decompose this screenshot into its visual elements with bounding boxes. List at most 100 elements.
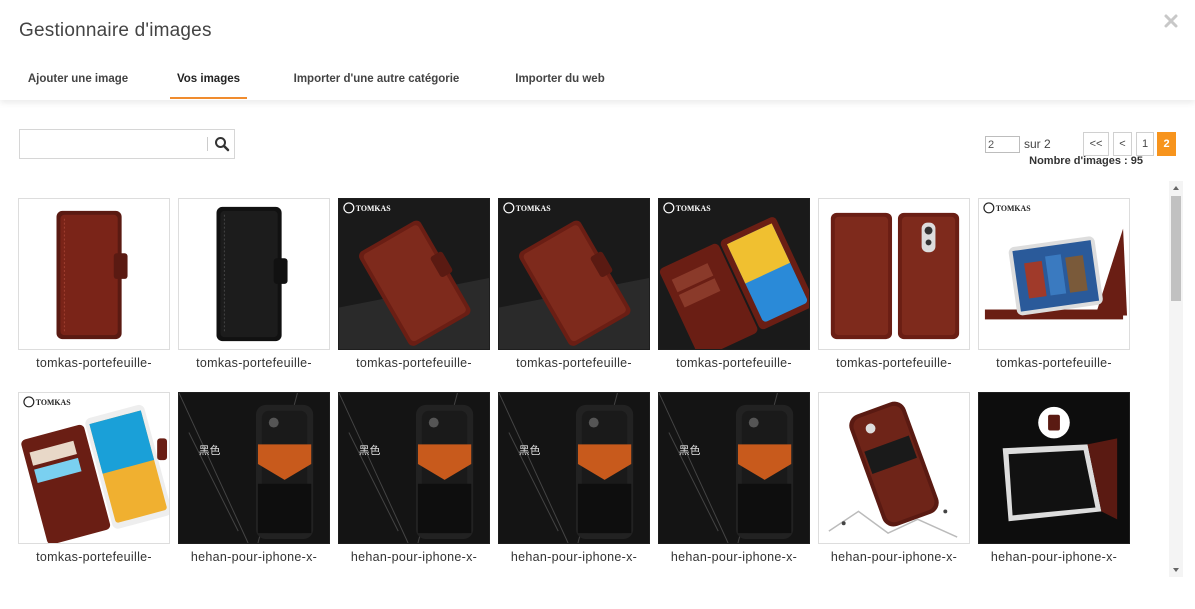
image-caption[interactable]: hehan-pour-iphone-x- [658, 550, 810, 564]
page-button-2[interactable]: 2 [1157, 132, 1176, 156]
image-item[interactable]: hehan-pour-iphone-x- [978, 392, 1130, 564]
product-photo: 黑色 [179, 393, 329, 543]
svg-text:TOMKAS: TOMKAS [36, 398, 71, 407]
search-button[interactable] [210, 130, 234, 158]
image-caption-text: hehan-pour-iphone-x- [350, 550, 478, 564]
image-caption[interactable]: hehan-pour-iphone-x- [978, 550, 1130, 564]
image-item[interactable]: tomkas-portefeuille- [18, 198, 170, 370]
svg-text:黑色: 黑色 [359, 443, 381, 457]
image-caption-text: tomkas-portefeuille- [196, 356, 312, 370]
tab-add-image[interactable]: Ajouter une image [24, 64, 132, 99]
image-thumbnail[interactable] [978, 392, 1130, 544]
image-caption[interactable]: tomkas-portefeuille- [18, 356, 170, 370]
image-caption[interactable]: hehan-pour-iphone-x- [338, 550, 490, 564]
image-item[interactable]: 黑色 hehan-pour-iphone-x- [498, 392, 650, 564]
page-total-label: sur 2 [1024, 137, 1051, 151]
image-caption[interactable]: tomkas-portefeuille- [18, 550, 170, 564]
image-caption[interactable]: tomkas-portefeuille- [338, 356, 490, 370]
product-photo: TOMKAS [659, 199, 809, 349]
image-thumbnail[interactable] [18, 198, 170, 350]
scrollbar-thumb[interactable] [1171, 196, 1181, 301]
svg-text:TOMKAS: TOMKAS [996, 204, 1031, 213]
product-photo [56, 210, 128, 340]
svg-text:TOMKAS: TOMKAS [676, 204, 711, 213]
svg-text:黑色: 黑色 [199, 443, 221, 457]
image-gallery: tomkas-portefeuille-tomkas-portefeuille-… [18, 198, 1158, 578]
image-thumbnail[interactable]: 黑色 [338, 392, 490, 544]
product-photo: TOMKAS [21, 396, 169, 543]
image-item[interactable]: TOMKAS tomkas-portefeuille- [978, 198, 1130, 370]
search-divider [207, 137, 208, 151]
image-thumbnail[interactable]: 黑色 [498, 392, 650, 544]
modal-header: Gestionnaire d'images Ajouter une image … [0, 0, 1195, 100]
image-caption[interactable]: tomkas-portefeuille- [978, 356, 1130, 370]
image-thumbnail[interactable] [818, 198, 970, 350]
svg-text:TOMKAS: TOMKAS [516, 204, 551, 213]
image-caption-text: tomkas-portefeuille- [836, 356, 952, 370]
modal-title: Gestionnaire d'images [19, 20, 212, 41]
page-button-1[interactable]: 1 [1136, 132, 1154, 156]
image-thumbnail[interactable] [178, 198, 330, 350]
image-caption[interactable]: hehan-pour-iphone-x- [178, 550, 330, 564]
image-item[interactable]: TOMKAS tomkas-portefeuille- [498, 198, 650, 370]
product-photo [828, 401, 958, 538]
image-caption-text: tomkas-portefeuille- [996, 356, 1112, 370]
image-item[interactable]: 黑色 hehan-pour-iphone-x- [658, 392, 810, 564]
close-button[interactable] [1163, 8, 1185, 34]
image-item[interactable]: TOMKAS tomkas-portefeuille- [18, 392, 170, 564]
image-thumbnail[interactable]: TOMKAS [18, 392, 170, 544]
gallery-scrollbar[interactable] [1169, 181, 1183, 577]
image-thumbnail[interactable]: TOMKAS [338, 198, 490, 350]
image-caption[interactable]: tomkas-portefeuille- [658, 356, 810, 370]
image-caption-text: hehan-pour-iphone-x- [670, 550, 798, 564]
scroll-down-arrow[interactable] [1169, 563, 1183, 577]
search-input[interactable] [20, 130, 207, 158]
search-icon [215, 137, 230, 152]
first-page-button[interactable]: << [1083, 132, 1109, 156]
image-item[interactable]: 黑色 hehan-pour-iphone-x- [178, 392, 330, 564]
product-photo: 黑色 [499, 393, 649, 543]
image-thumbnail[interactable]: 黑色 [178, 392, 330, 544]
image-item[interactable]: hehan-pour-iphone-x- [818, 392, 970, 564]
image-caption-text: tomkas-portefeuille- [36, 356, 152, 370]
image-item[interactable]: TOMKAS tomkas-portefeuille- [658, 198, 810, 370]
image-thumbnail[interactable]: TOMKAS [658, 198, 810, 350]
image-caption-text: hehan-pour-iphone-x- [510, 550, 638, 564]
tab-import-category[interactable]: Importer d'une autre catégorie [285, 64, 468, 99]
image-thumbnail[interactable]: TOMKAS [978, 198, 1130, 350]
image-caption-text: hehan-pour-iphone-x- [190, 550, 318, 564]
product-photo: TOMKAS [499, 199, 649, 349]
image-caption-text: tomkas-portefeuille- [676, 356, 792, 370]
image-item[interactable]: tomkas-portefeuille- [178, 198, 330, 370]
image-caption[interactable]: hehan-pour-iphone-x- [498, 550, 650, 564]
product-photo [830, 212, 960, 340]
prev-page-button[interactable]: < [1113, 132, 1132, 156]
image-thumbnail[interactable] [818, 392, 970, 544]
product-photo: 黑色 [339, 393, 489, 543]
tab-your-images[interactable]: Vos images [170, 64, 247, 99]
image-caption-text: hehan-pour-iphone-x- [990, 550, 1118, 564]
image-caption-text: tomkas-portefeuille- [356, 356, 472, 370]
close-icon [1164, 14, 1178, 28]
image-caption[interactable]: tomkas-portefeuille- [178, 356, 330, 370]
image-thumbnail[interactable]: 黑色 [658, 392, 810, 544]
scroll-up-arrow[interactable] [1169, 181, 1183, 195]
image-caption-text: tomkas-portefeuille- [516, 356, 632, 370]
svg-text:黑色: 黑色 [519, 443, 541, 457]
image-caption-text: tomkas-portefeuille- [36, 550, 152, 564]
svg-text:黑色: 黑色 [679, 443, 701, 457]
search-box [19, 129, 235, 159]
image-caption[interactable]: hehan-pour-iphone-x- [818, 550, 970, 564]
page-number-input[interactable] [985, 136, 1020, 153]
image-caption[interactable]: tomkas-portefeuille- [818, 356, 970, 370]
product-photo: TOMKAS [339, 199, 489, 349]
image-item[interactable]: tomkas-portefeuille- [818, 198, 970, 370]
image-thumbnail[interactable]: TOMKAS [498, 198, 650, 350]
image-count: Nombre d'images : 95 [1029, 155, 1143, 167]
tab-import-web[interactable]: Importer du web [510, 64, 610, 99]
image-caption[interactable]: tomkas-portefeuille- [498, 356, 650, 370]
image-item[interactable]: 黑色 hehan-pour-iphone-x- [338, 392, 490, 564]
product-photo: TOMKAS [983, 202, 1128, 320]
image-item[interactable]: TOMKAS tomkas-portefeuille- [338, 198, 490, 370]
product-photo: 黑色 [659, 393, 809, 543]
